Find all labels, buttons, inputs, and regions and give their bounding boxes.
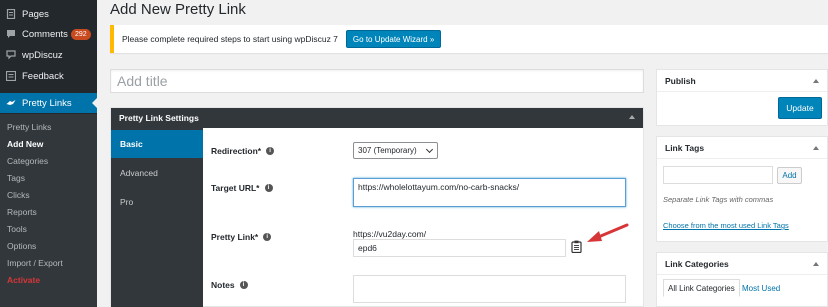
redirection-select[interactable]: 307 (Temporary) [353,142,438,159]
publish-title: Publish [665,75,696,86]
wpdiscuz-icon [6,50,16,60]
pages-icon [6,9,16,19]
update-wizard-button[interactable]: Go to Update Wizard » [345,30,442,48]
submenu-import-export[interactable]: Import / Export [7,258,63,268]
info-icon[interactable]: i [266,147,275,155]
settings-header[interactable]: Pretty Link Settings [111,108,643,128]
tab-pro[interactable]: Pro [111,188,203,216]
pretty-link-label-text: Pretty Link* [211,232,259,242]
link-tags-title: Link Tags [665,142,705,153]
pretty-link-slug-input[interactable]: epd6 [353,239,566,257]
info-icon[interactable]: i [264,184,273,192]
menu-item-feedback[interactable]: Feedback [0,66,97,86]
menu-label: Pretty Links [22,97,72,109]
settings-title: Pretty Link Settings [119,113,199,123]
collapse-toggle-icon[interactable] [813,262,819,266]
link-categories-title: Link Categories [665,258,729,269]
info-icon[interactable]: i [263,233,272,241]
target-url-input[interactable]: https://wholelottayum.com/no-carb-snacks… [353,178,626,207]
red-arrow-icon [587,223,629,242]
redirection-value: 307 (Temporary) [358,146,417,155]
tab-most-used[interactable]: Most Used [738,279,784,297]
pretty-links-submenu: Pretty Links Add New Categories Tags Cli… [0,114,97,307]
feedback-icon [6,71,16,81]
page-title: Add New Pretty Link [110,1,246,18]
tag-help-text: Separate Link Tags with commas [663,195,774,204]
submenu-activate[interactable]: Activate [7,275,40,285]
collapse-toggle-icon[interactable] [629,115,635,119]
link-tags-header[interactable]: Link Tags [657,137,827,159]
redirection-label: Redirection* i [211,146,275,156]
tab-basic[interactable]: Basic [111,130,203,158]
menu-item-pretty-links[interactable]: Pretty Links [0,93,97,113]
menu-item-pages[interactable]: Pages [0,4,97,24]
submenu-pretty-links[interactable]: Pretty Links [7,122,51,132]
comments-count-badge: 292 [70,28,91,40]
submenu-tools[interactable]: Tools [7,224,27,234]
pretty-links-icon [6,100,16,105]
settings-tabs: Basic Advanced Pro [111,128,203,307]
collapse-toggle-icon[interactable] [813,146,819,150]
publish-header[interactable]: Publish [657,70,827,92]
notes-label-text: Notes [211,280,235,290]
current-menu-arrow [92,98,97,108]
menu-item-wpdiscuz[interactable]: wpDiscuz [0,45,97,65]
pretty-link-prefix: https://vu2day.com/ [353,229,427,239]
submenu-reports[interactable]: Reports [7,207,37,217]
chevron-down-icon [425,145,434,154]
menu-label: Comments [22,28,68,40]
submenu-tags[interactable]: Tags [7,173,25,183]
menu-item-comments[interactable]: Comments 292 [0,24,97,44]
submenu-options[interactable]: Options [7,241,36,251]
submenu-categories[interactable]: Categories [7,156,48,166]
comments-icon [7,30,15,38]
target-url-label: Target URL* i [211,183,273,193]
admin-sidebar: Pages Comments 292 wpDiscuz Feedback Pre… [0,0,97,307]
title-input[interactable] [110,69,644,93]
link-categories-header[interactable]: Link Categories [657,253,827,275]
menu-label: wpDiscuz [22,49,63,61]
menu-label: Pages [22,8,49,20]
info-icon[interactable]: i [239,281,248,289]
notes-textarea[interactable] [353,275,626,303]
menu-label: Feedback [22,70,64,82]
add-tag-button[interactable]: Add [777,167,802,184]
submenu-clicks[interactable]: Clicks [7,190,30,200]
submenu-add-new[interactable]: Add New [7,139,43,149]
redirection-label-text: Redirection* [211,146,262,156]
link-tag-input[interactable] [663,166,773,184]
notice-text: Please complete required steps to start … [122,34,338,44]
collapse-toggle-icon[interactable] [813,79,819,83]
clipboard-icon[interactable] [571,240,582,253]
target-url-label-text: Target URL* [211,183,260,193]
wpdiscuz-notice: Please complete required steps to start … [110,25,828,53]
pretty-link-label: Pretty Link* i [211,232,272,242]
notes-label: Notes i [211,280,248,290]
choose-tags-link[interactable]: Choose from the most used Link Tags [663,221,789,230]
tab-advanced[interactable]: Advanced [111,159,203,187]
update-button[interactable]: Update [778,97,822,119]
tab-all-link-categories[interactable]: All Link Categories [663,279,740,297]
